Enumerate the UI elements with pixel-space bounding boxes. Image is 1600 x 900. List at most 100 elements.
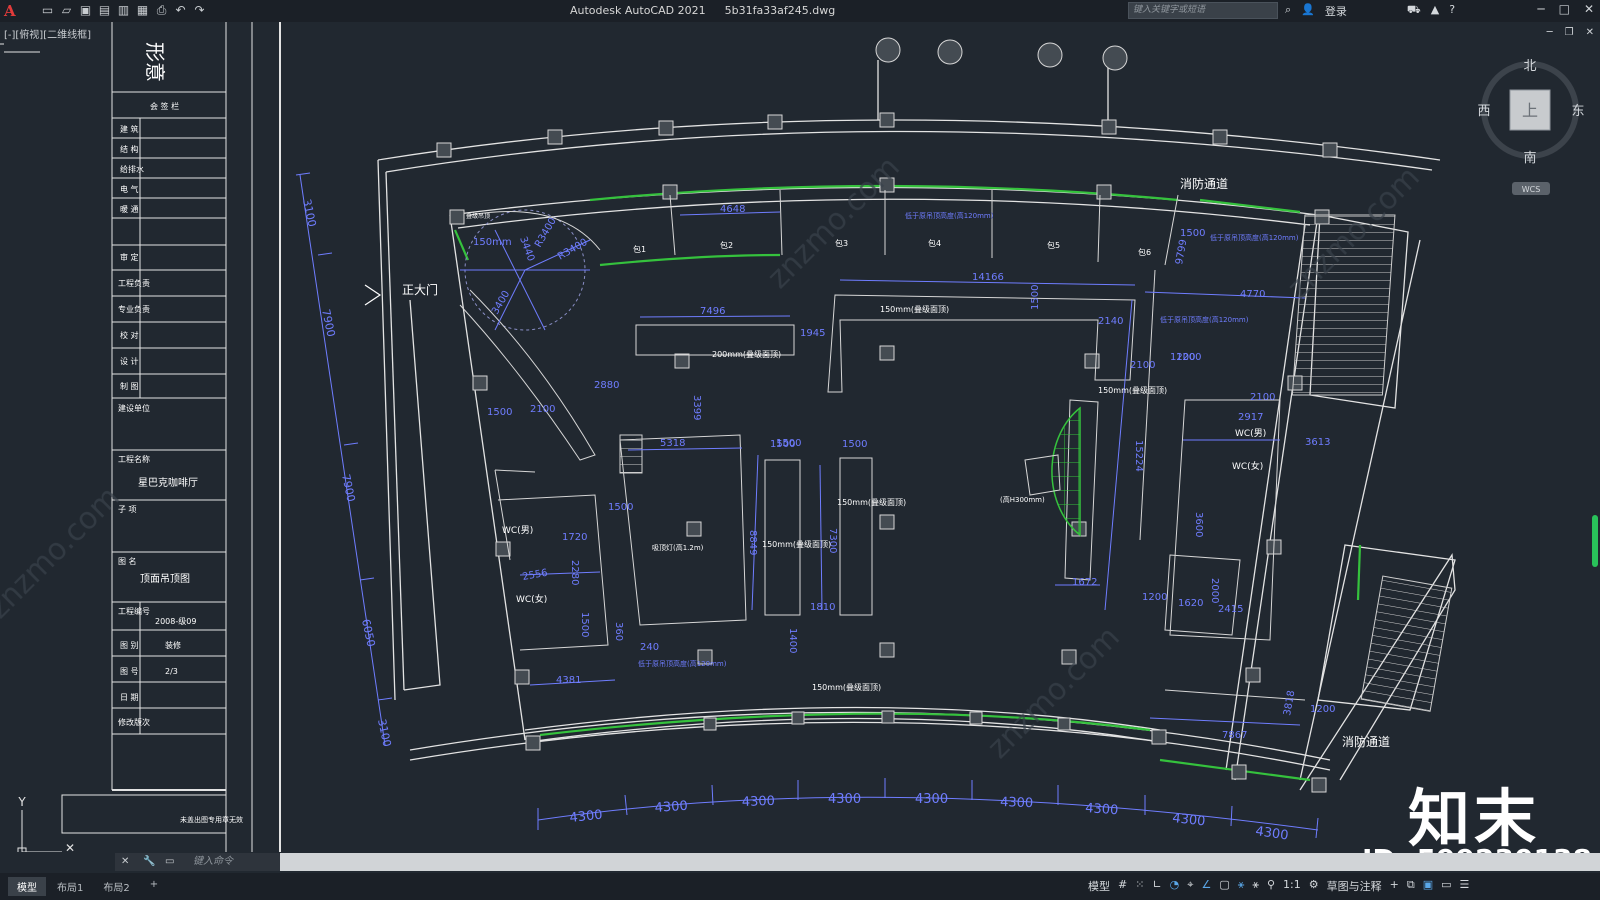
- model-space-button[interactable]: 模型: [1088, 878, 1110, 894]
- status-tools: 模型 # ⁙ ∟ ◔ ⌖ ∠ ▢ ⚹ ⚹ ⚲ 1:1 ⚙ 草图与注释 + ⧉ ▣…: [1088, 878, 1469, 894]
- autocad-logo-button[interactable]: A: [4, 2, 16, 20]
- sign-row: 设 计: [120, 356, 139, 366]
- dim-label: 3440: [517, 235, 536, 263]
- scale-select[interactable]: 1:1: [1283, 878, 1301, 894]
- search-input[interactable]: 键入关键字或短语: [1128, 2, 1278, 19]
- tab-layout2[interactable]: 布局2: [94, 877, 138, 896]
- dim-label: 4300: [569, 808, 603, 826]
- save-as-icon[interactable]: ▤: [97, 3, 112, 18]
- dim-label: 5318: [660, 438, 685, 449]
- dim-label: 1720: [562, 532, 587, 543]
- command-input[interactable]: 键入命令: [193, 853, 233, 871]
- dim-label: R3400: [556, 237, 590, 263]
- add-layout-icon[interactable]: +: [141, 877, 167, 896]
- dim-label: 2100: [1130, 360, 1155, 371]
- polar-icon[interactable]: ◔: [1170, 878, 1180, 894]
- close-icon[interactable]: ✕: [1584, 2, 1594, 16]
- menu-icon[interactable]: ☰: [1460, 878, 1470, 894]
- dim-label: 2415: [1218, 604, 1243, 615]
- add-icon[interactable]: +: [1390, 878, 1399, 894]
- annotation-visibility-icon[interactable]: ⚹: [1238, 878, 1245, 894]
- maximize-icon[interactable]: □: [1559, 2, 1570, 16]
- customize-icon[interactable]: 🔧: [143, 853, 155, 871]
- dim-label: 4300: [915, 792, 948, 807]
- dim-label: 15224: [1133, 440, 1144, 472]
- dim-label: 4300: [1000, 795, 1034, 811]
- login-button[interactable]: 登录: [1325, 3, 1347, 19]
- autocad-window: A ▭ ▱ ▣ ▤ ▥ ▦ ⎙ ↶ ↷ Autodesk AutoCAD 202…: [0, 0, 1600, 900]
- dim-label: 7900: [339, 473, 358, 503]
- file-name: 5b31fa33af245.dwg: [724, 4, 836, 17]
- fire-lane-label: 消防通道: [1342, 734, 1390, 749]
- plan-note: 低于原吊顶高度(高120mm): [905, 211, 994, 220]
- close-icon[interactable]: ✕: [121, 853, 129, 871]
- clean-screen-icon[interactable]: ▭: [1441, 878, 1451, 894]
- sign-row: 校 对: [120, 330, 139, 340]
- dim-label: 1672: [1072, 577, 1097, 588]
- room-label: 包5: [1047, 240, 1060, 250]
- cart-icon[interactable]: ⛟: [1407, 3, 1421, 19]
- title-block: [61, 22, 281, 852]
- viewcube-top: 上: [1522, 101, 1538, 120]
- plan-note: 150mm(叠级面顶): [837, 497, 906, 507]
- outer-walls: [377, 60, 1456, 791]
- save-web-icon[interactable]: ▦: [135, 3, 150, 18]
- svg-text:✕: ✕: [65, 841, 75, 852]
- drawing-canvas[interactable]: 形意 会 签 栏 建 筑 结 构 给排水 电 气 暖 通 审 定 工程负责 专业…: [0, 22, 1600, 852]
- grid-icon[interactable]: #: [1118, 878, 1127, 894]
- dim-label: 1500: [1030, 285, 1041, 310]
- compass-west: 西: [1477, 104, 1490, 119]
- lineweight-icon[interactable]: ▢: [1219, 878, 1229, 894]
- dim-label: R3400: [533, 216, 559, 250]
- status-bar: 模型 布局1 布局2 + 模型 # ⁙ ∟ ◔ ⌖ ∠ ▢ ⚹ ⚹ ⚲ 1:1 …: [0, 873, 1600, 900]
- workspace-select[interactable]: 草图与注释: [1327, 878, 1382, 894]
- dim-label: 7496: [700, 306, 725, 317]
- dim-label: 2100: [530, 404, 555, 415]
- autodesk-account-icon[interactable]: ▲: [1431, 3, 1439, 19]
- ortho-icon[interactable]: ∟: [1152, 878, 1161, 894]
- annotation-scale-icon[interactable]: ⚲: [1267, 878, 1275, 894]
- plan-note: 150mm(叠级面顶): [812, 682, 881, 692]
- search-icon[interactable]: ⌕: [1285, 3, 1291, 19]
- save-icon[interactable]: ▣: [78, 3, 93, 18]
- open-web-icon[interactable]: ▥: [116, 3, 131, 18]
- dim-label: 3100: [375, 718, 394, 748]
- room-label: 包4: [928, 238, 941, 248]
- gear-icon[interactable]: ⚙: [1309, 878, 1319, 894]
- dim-label: 240: [640, 642, 659, 653]
- dim-label: 2880: [594, 380, 619, 391]
- dim-label: 4300: [828, 792, 861, 807]
- plot-icon[interactable]: ⎙: [154, 3, 169, 18]
- auto-scale-icon[interactable]: ⚹: [1252, 878, 1259, 894]
- ucs-icon: Y ✕: [0, 43, 75, 852]
- dim-label: 1500: [842, 439, 867, 450]
- revision-label: 修改版次: [118, 717, 150, 727]
- plan-note: 150mm(叠级面顶): [1098, 385, 1167, 395]
- hardware-acceleration-icon[interactable]: ▣: [1423, 878, 1433, 894]
- tab-model[interactable]: 模型: [8, 877, 46, 896]
- redo-icon[interactable]: ↷: [192, 3, 207, 18]
- glazing: [453, 184, 1362, 782]
- open-icon[interactable]: ▱: [59, 3, 74, 18]
- window-controls: ─ □ ✕: [1537, 2, 1594, 16]
- recent-commands-icon[interactable]: ▭: [165, 853, 174, 871]
- osnap-icon[interactable]: ⌖: [1187, 878, 1193, 894]
- snap-icon[interactable]: ⁙: [1135, 878, 1144, 894]
- otrack-icon[interactable]: ∠: [1201, 878, 1211, 894]
- viewcube[interactable]: 上 北 南 东 西 WCS: [1477, 59, 1585, 195]
- isolate-icon[interactable]: ⧉: [1407, 878, 1415, 894]
- minimize-icon[interactable]: ─: [1537, 2, 1544, 16]
- dim-label: 1400: [787, 628, 798, 653]
- user-icon[interactable]: 👤: [1301, 3, 1315, 19]
- tab-layout1[interactable]: 布局1: [48, 877, 92, 896]
- dim-label: 1200: [1176, 352, 1201, 363]
- plan-note: 低于原吊顶高度(高120mm): [638, 659, 727, 668]
- title-block-logo: 形意: [143, 42, 167, 82]
- date-label: 日 期: [120, 693, 139, 702]
- dim-label: 2140: [1098, 316, 1123, 327]
- dim-label: 1200: [1310, 704, 1335, 715]
- zoom-slider[interactable]: [1592, 515, 1598, 567]
- undo-icon[interactable]: ↶: [173, 3, 188, 18]
- new-icon[interactable]: ▭: [40, 3, 55, 18]
- help-icon[interactable]: ?: [1449, 3, 1455, 19]
